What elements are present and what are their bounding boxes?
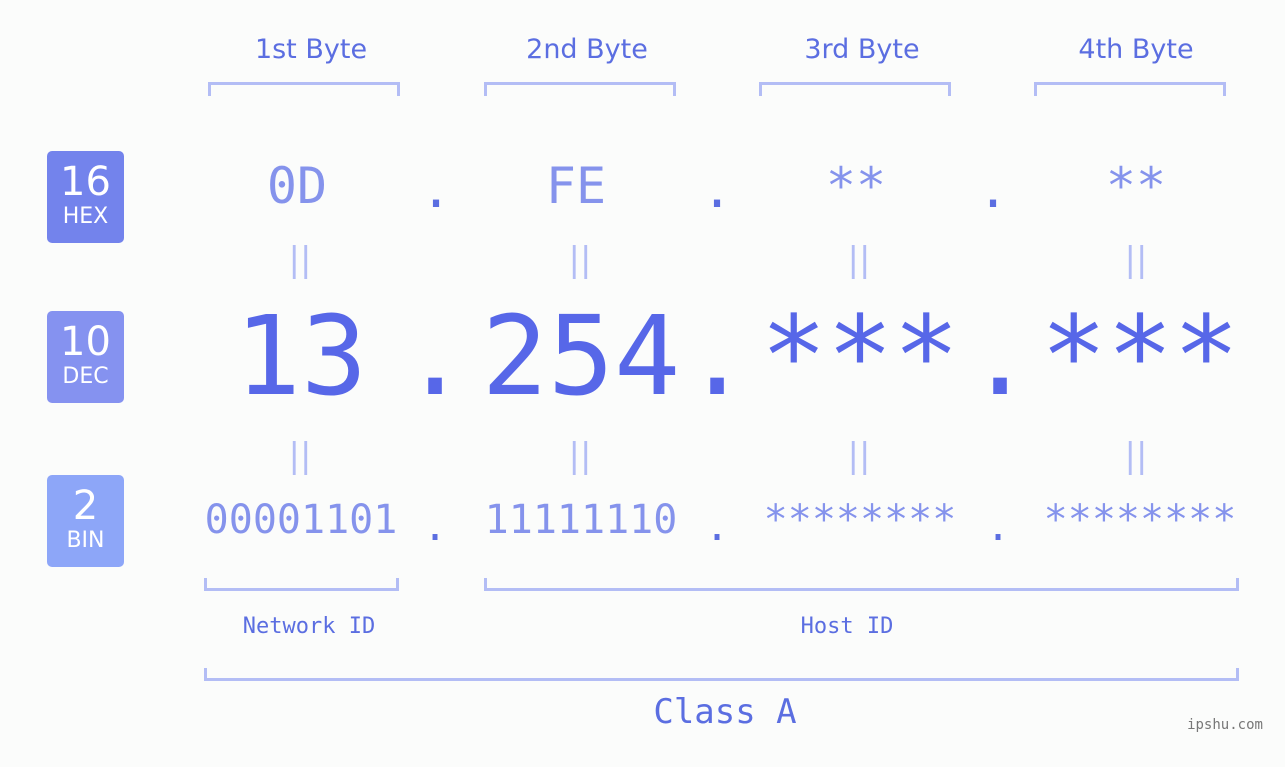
host-id-label: Host ID <box>800 614 894 639</box>
hex-separator-2: . <box>701 161 733 219</box>
dec-byte-1: 13 <box>234 292 368 420</box>
byte-title-1: 1st Byte <box>254 34 368 65</box>
dec-separator-2: . <box>684 292 751 420</box>
hex-badge-label: HEX <box>62 204 109 229</box>
bin-separator-2: . <box>704 504 730 550</box>
byte-title-4: 4th Byte <box>1078 34 1194 65</box>
equals-dec-bin-3: || <box>847 436 871 476</box>
equals-hex-dec-3: || <box>847 240 871 280</box>
bin-byte-3: ******** <box>763 497 957 543</box>
dec-badge-number: 10 <box>60 319 111 365</box>
equals-dec-bin-4: || <box>1124 436 1148 476</box>
bin-byte-1: 00001101 <box>204 497 398 543</box>
dec-separator-3: . <box>967 292 1034 420</box>
hex-byte-4: ** <box>1105 157 1167 215</box>
dec-badge-label: DEC <box>62 364 109 389</box>
hex-badge-number: 16 <box>60 159 111 205</box>
equals-hex-dec-2: || <box>568 240 592 280</box>
bin-byte-4: ******** <box>1043 497 1237 543</box>
network-id-bracket <box>204 578 399 591</box>
dec-badge: 10 DEC <box>47 311 124 403</box>
dec-byte-2: 254 <box>481 292 681 420</box>
bin-badge: 2 BIN <box>47 475 124 567</box>
hex-badge: 16 HEX <box>47 151 124 243</box>
host-id-bracket <box>484 578 1239 591</box>
bin-separator-3: . <box>985 504 1011 550</box>
dec-separator-1: . <box>402 292 469 420</box>
hex-byte-2: FE <box>545 157 607 215</box>
bin-badge-label: BIN <box>66 528 105 553</box>
class-bracket <box>204 668 1239 681</box>
byte-bracket-4 <box>1034 82 1226 96</box>
byte-title-2: 2nd Byte <box>526 34 648 65</box>
equals-hex-dec-4: || <box>1124 240 1148 280</box>
hex-byte-3: ** <box>825 157 887 215</box>
class-label: Class A <box>653 692 797 732</box>
dec-byte-3: *** <box>760 292 960 420</box>
equals-hex-dec-1: || <box>288 240 312 280</box>
byte-bracket-2 <box>484 82 676 96</box>
network-id-label: Network ID <box>242 614 376 639</box>
bin-badge-number: 2 <box>72 483 99 529</box>
bin-byte-2: 11111110 <box>484 497 678 543</box>
byte-bracket-3 <box>759 82 951 96</box>
hex-byte-1: 0D <box>266 157 328 215</box>
byte-bracket-1 <box>208 82 400 96</box>
equals-dec-bin-1: || <box>288 436 312 476</box>
equals-dec-bin-2: || <box>568 436 592 476</box>
dec-byte-4: *** <box>1040 292 1240 420</box>
byte-title-3: 3rd Byte <box>804 34 920 65</box>
bin-separator-1: . <box>422 504 448 550</box>
watermark: ipshu.com <box>1187 717 1263 733</box>
hex-separator-1: . <box>420 161 452 219</box>
hex-separator-3: . <box>977 161 1009 219</box>
